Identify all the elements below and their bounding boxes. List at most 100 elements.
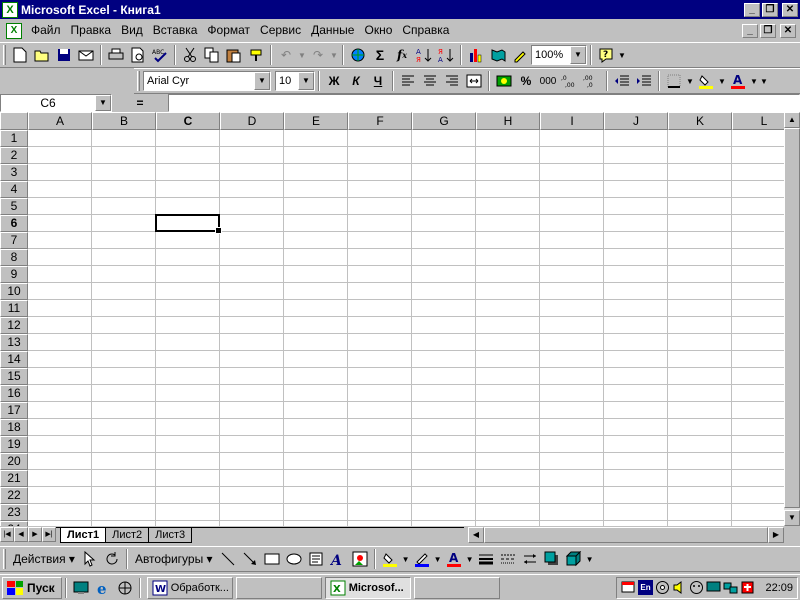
3d-icon[interactable] — [563, 548, 585, 570]
zoom-dropdown-icon[interactable]: ▼ — [570, 46, 586, 64]
email-icon[interactable] — [75, 44, 97, 66]
borders-icon[interactable] — [663, 70, 685, 92]
redo-dropdown-icon[interactable]: ▼ — [329, 51, 339, 60]
format-painter-icon[interactable] — [245, 44, 267, 66]
oval-tool-icon[interactable] — [283, 548, 305, 570]
line-color-icon[interactable] — [411, 548, 433, 570]
minimize-button[interactable]: _ — [744, 2, 760, 17]
row-header-6[interactable]: 6 — [0, 215, 28, 232]
row-header-15[interactable]: 15 — [0, 368, 28, 385]
row-header-16[interactable]: 16 — [0, 385, 28, 402]
line-style-icon[interactable] — [475, 548, 497, 570]
row-header-3[interactable]: 3 — [0, 164, 28, 181]
select-objects-icon[interactable] — [79, 548, 101, 570]
column-header-i[interactable]: I — [540, 112, 604, 130]
column-header-l[interactable]: L — [732, 112, 784, 130]
toolbar-grip[interactable] — [137, 71, 140, 91]
row-header-18[interactable]: 18 — [0, 419, 28, 436]
draw-font-color-dropdown-icon[interactable]: ▼ — [465, 555, 475, 564]
drawing-icon[interactable] — [509, 44, 531, 66]
insert-hyperlink-icon[interactable] — [347, 44, 369, 66]
document-icon[interactable]: X — [6, 22, 22, 39]
draw-fill-color-icon[interactable] — [379, 548, 401, 570]
column-header-a[interactable]: A — [28, 112, 92, 130]
fill-color-dropdown-icon[interactable]: ▼ — [717, 77, 727, 86]
column-header-k[interactable]: K — [668, 112, 732, 130]
autosum-icon[interactable]: Σ — [369, 44, 391, 66]
sort-ascending-icon[interactable]: AЯ — [413, 44, 435, 66]
name-box-dropdown-icon[interactable]: ▼ — [95, 95, 111, 111]
align-right-icon[interactable] — [441, 70, 463, 92]
sheet-tab-1[interactable]: Лист1 — [60, 527, 107, 543]
menu-insert[interactable]: Вставка — [148, 21, 203, 40]
toolbar-grip[interactable] — [3, 549, 6, 569]
function-wizard-icon[interactable]: fx — [391, 44, 413, 66]
autoshapes-menu[interactable]: Автофигуры ▾ — [131, 549, 217, 569]
internet-explorer-icon[interactable]: e — [92, 577, 114, 599]
arrow-tool-icon[interactable] — [239, 548, 261, 570]
first-sheet-icon[interactable]: |◀ — [0, 527, 14, 542]
column-header-j[interactable]: J — [604, 112, 668, 130]
menu-format[interactable]: Формат — [202, 21, 255, 40]
undo-icon[interactable]: ↶ — [275, 44, 297, 66]
row-header-8[interactable]: 8 — [0, 249, 28, 266]
row-header-5[interactable]: 5 — [0, 198, 28, 215]
scroll-down-icon[interactable]: ▼ — [784, 510, 800, 526]
column-header-d[interactable]: D — [220, 112, 284, 130]
scheduler-icon[interactable] — [621, 580, 636, 595]
row-header-21[interactable]: 21 — [0, 470, 28, 487]
row-header-12[interactable]: 12 — [0, 317, 28, 334]
font-size-dropdown-icon[interactable]: ▼ — [298, 72, 314, 90]
row-header-20[interactable]: 20 — [0, 453, 28, 470]
line-color-dropdown-icon[interactable]: ▼ — [433, 555, 443, 564]
row-header-23[interactable]: 23 — [0, 504, 28, 521]
font-size-combo[interactable]: 10 ▼ — [275, 71, 315, 91]
start-button[interactable]: Пуск — [2, 576, 62, 599]
doc-minimize-button[interactable]: _ — [742, 23, 758, 38]
format-more-buttons-icon[interactable]: ▼ — [759, 77, 769, 86]
align-left-icon[interactable] — [397, 70, 419, 92]
dash-style-icon[interactable] — [497, 548, 519, 570]
map-icon[interactable] — [487, 44, 509, 66]
bold-button[interactable]: Ж — [323, 70, 345, 92]
worksheet-grid[interactable]: ABCDEFGHIJKL 1 2 3 4 5 6 7 8 9 10 11 12 13 14 15 16 17 18… — [0, 112, 784, 526]
print-preview-icon[interactable] — [127, 44, 149, 66]
shadow-icon[interactable] — [541, 548, 563, 570]
paste-icon[interactable] — [223, 44, 245, 66]
zoom-combo[interactable]: 100% ▼ — [531, 45, 587, 65]
select-all-corner[interactable] — [0, 112, 28, 130]
horizontal-scroll-thumb[interactable] — [484, 526, 768, 543]
menu-tools[interactable]: Сервис — [255, 21, 306, 40]
cut-icon[interactable] — [179, 44, 201, 66]
currency-icon[interactable] — [493, 70, 515, 92]
column-header-b[interactable]: B — [92, 112, 156, 130]
font-color-dropdown-icon[interactable]: ▼ — [749, 77, 759, 86]
percent-button[interactable]: % — [515, 70, 537, 92]
taskbar-item-blank-2[interactable] — [413, 576, 500, 599]
free-rotate-icon[interactable] — [101, 548, 123, 570]
display-settings-icon[interactable] — [706, 580, 721, 595]
sheet-tab-2[interactable]: Лист2 — [105, 527, 150, 543]
column-header-e[interactable]: E — [284, 112, 348, 130]
menu-file[interactable]: Файл — [26, 21, 66, 40]
decrease-indent-icon[interactable] — [611, 70, 633, 92]
increase-decimal-icon[interactable]: ,0,00 — [559, 70, 581, 92]
row-header-7[interactable]: 7 — [0, 232, 28, 249]
row-header-13[interactable]: 13 — [0, 334, 28, 351]
row-header-4[interactable]: 4 — [0, 181, 28, 198]
save-icon[interactable] — [53, 44, 75, 66]
more-buttons-icon[interactable]: ▼ — [617, 51, 627, 60]
underline-button[interactable]: Ч — [367, 70, 389, 92]
redo-icon[interactable]: ↷ — [307, 44, 329, 66]
scroll-left-icon[interactable]: ◀ — [468, 526, 484, 543]
italic-button[interactable]: К — [345, 70, 367, 92]
last-sheet-icon[interactable]: ▶| — [42, 527, 56, 542]
doc-close-button[interactable]: ✕ — [780, 23, 796, 38]
active-cell[interactable] — [155, 214, 222, 234]
menu-help[interactable]: Справка — [397, 21, 454, 40]
taskbar-clock[interactable]: 22:09 — [765, 582, 793, 594]
print-icon[interactable] — [105, 44, 127, 66]
new-document-icon[interactable] — [9, 44, 31, 66]
font-combo[interactable]: Arial Cyr ▼ — [143, 71, 271, 91]
taskbar-item-blank-1[interactable] — [235, 576, 322, 599]
